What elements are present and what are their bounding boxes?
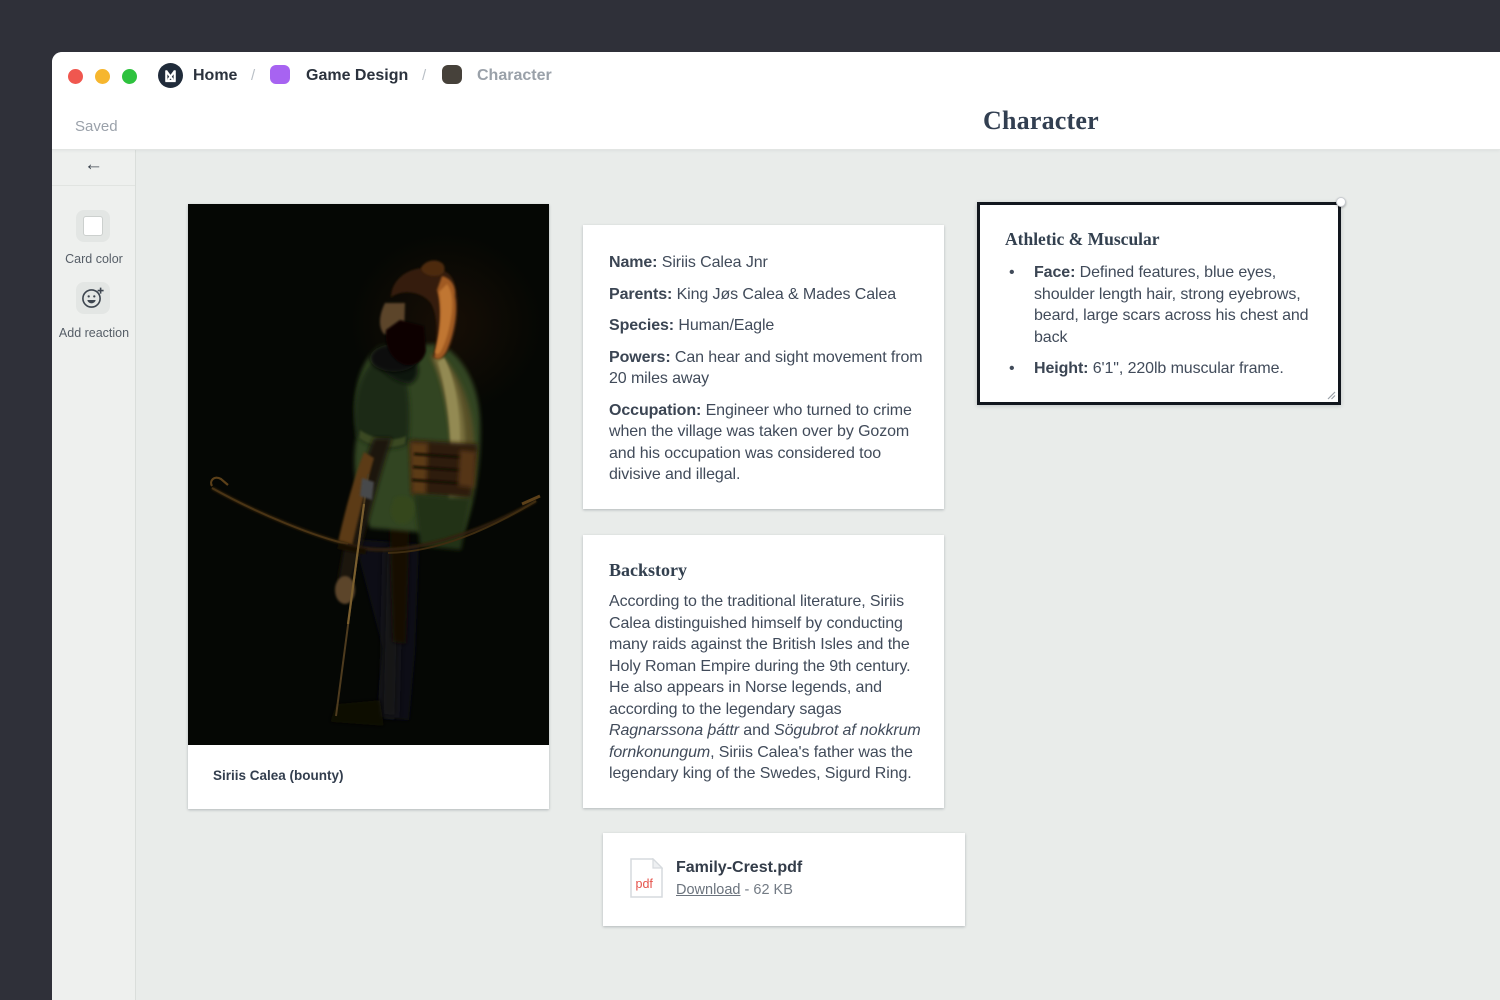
svg-text:pdf: pdf: [636, 877, 654, 891]
